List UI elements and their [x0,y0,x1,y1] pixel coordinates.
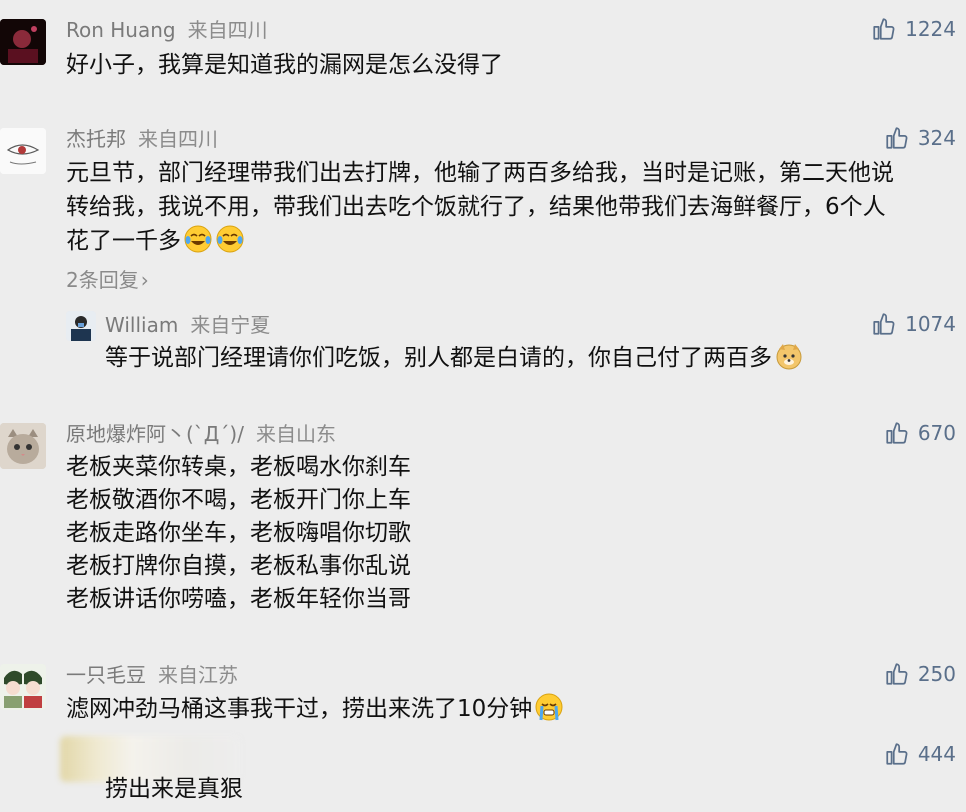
avatar[interactable] [0,664,46,710]
view-replies-link[interactable]: 2条回复 › [66,268,149,292]
reply-location: 来自宁夏 [190,313,271,337]
username[interactable]: 一只毛豆 [66,663,146,687]
reply-like-button[interactable]: 444 [884,741,956,767]
thumbs-up-icon [886,663,908,685]
text-segment: 滤网冲劲马桶这事我干过，捞出来洗了10分钟 [66,696,533,722]
text-line: 老板夹菜你转桌，老板喝水你刹车 [66,454,411,480]
username[interactable]: 原地爆炸阿丶(`Д´)/ [66,422,244,446]
avatar-image-icon [0,128,46,174]
avatar-image-icon [66,311,96,341]
text-line: 老板敬酒你不喝，老板开门你上车 [66,487,411,513]
thumbs-up-icon [886,743,908,765]
reply-text: 捞出来是真狠 [105,772,243,806]
text-line: 老板走路你坐车，老板嗨唱你切歌 [66,520,411,546]
avatar-image-icon [0,423,46,469]
location: 来自江苏 [158,663,238,687]
reply-like-button[interactable]: 1074 [871,311,956,337]
like-button[interactable]: 324 [884,125,956,151]
like-count: 1074 [905,312,956,336]
comment-section: { "comments": [ { "user": "Ron Huang", "… [0,0,966,812]
location: 来自四川 [187,18,268,42]
location: 来自山东 [255,422,336,446]
comment-text: 滤网冲劲马桶这事我干过，捞出来洗了10分钟 [66,692,564,726]
laugh-cry-emoji-icon [184,225,212,253]
reply-avatar[interactable] [66,311,96,341]
text-line: 老板打牌你自摸，老板私事你乱说 [66,553,411,579]
text-segment: 等于说部门经理请你们吃饭，别人都是白请的，你自己付了两百多 [105,345,772,371]
username[interactable]: Ron Huang [66,18,176,42]
like-button[interactable]: 1224 [871,16,956,42]
like-count: 444 [917,742,956,766]
like-count: 670 [917,421,956,445]
text-line-with-emoji: 花了一千多 [66,224,894,258]
reply-username[interactable]: William [105,313,178,337]
like-count: 324 [917,126,956,150]
text-line: 老板讲话你唠嗑，老板年轻你当哥 [66,586,411,612]
location: 来自四川 [138,127,218,151]
like-count: 1224 [905,17,956,41]
text-line: 元旦节，部门经理带我们出去打牌，他输了两百多给我，当时是记账，第二天他说 [66,160,894,186]
doge-emoji-icon [776,344,802,370]
text-line: 转给我，我说不用，带我们出去吃个饭就行了，结果他带我们去海鲜餐厅，6个人 [66,194,886,220]
text-line: 好小子，我算是知道我的漏网是怎么没得了 [66,52,503,78]
thumbs-up-icon [873,18,895,40]
crying-emoji-icon [535,693,563,721]
avatar[interactable] [0,128,46,174]
like-button[interactable]: 250 [884,661,956,687]
avatar-image-icon [0,664,46,710]
avatar[interactable] [0,19,46,65]
thumbs-up-icon [873,313,895,335]
avatar[interactable] [0,423,46,469]
username[interactable]: 杰托邦 [66,127,126,151]
avatar-image-icon [0,19,46,65]
comment-text: 好小子，我算是知道我的漏网是怎么没得了 [66,48,503,82]
like-button[interactable]: 670 [884,420,956,446]
text-segment: 花了一千多 [66,228,181,254]
thumbs-up-icon [886,127,908,149]
reply-text: 等于说部门经理请你们吃饭，别人都是白请的，你自己付了两百多 [105,341,804,375]
text-segment: 捞出来是真狠 [105,776,243,802]
thumbs-up-icon [886,422,908,444]
comment-text: 元旦节，部门经理带我们出去打牌，他输了两百多给我，当时是记账，第二天他说 转给我… [66,156,894,258]
comment-text: 老板夹菜你转桌，老板喝水你刹车 老板敬酒你不喝，老板开门你上车 老板走路你坐车，… [66,451,411,616]
replies-label: 2条回复 [66,268,139,292]
chevron-right-icon: › [140,268,149,292]
laugh-cry-emoji-icon [216,225,244,253]
like-count: 250 [917,662,956,686]
